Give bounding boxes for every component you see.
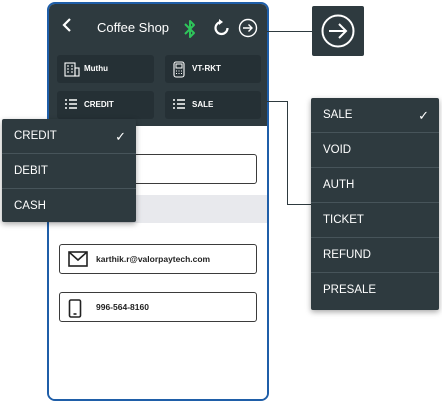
device-selector[interactable]: VT-RKT bbox=[165, 55, 261, 83]
phone-value: 996-564-8160 bbox=[96, 302, 149, 312]
email-value: karthik.r@valorpaytech.com bbox=[96, 254, 211, 264]
menu-item-label: TICKET bbox=[323, 214, 364, 226]
chevron-left-icon[interactable] bbox=[59, 18, 75, 38]
menu-item-label: VOID bbox=[323, 144, 352, 156]
menu-item-label: DEBIT bbox=[14, 165, 48, 177]
menu-item-label: SALE bbox=[323, 109, 353, 121]
menu-connector bbox=[287, 204, 312, 205]
transaction-type-selector[interactable]: SALE bbox=[165, 91, 261, 119]
device-label: VT-RKT bbox=[192, 64, 221, 73]
transaction-type-label: SALE bbox=[192, 100, 214, 109]
menu-item-label: CASH bbox=[14, 200, 46, 212]
menu-item-auth[interactable]: AUTH bbox=[311, 168, 439, 203]
list-icon bbox=[173, 99, 185, 109]
menu-item-ticket[interactable]: TICKET bbox=[311, 203, 439, 238]
page-title: Coffee Shop bbox=[97, 20, 170, 35]
bluetooth-icon[interactable] bbox=[183, 18, 197, 40]
menu-item-debit[interactable]: DEBIT bbox=[2, 154, 136, 189]
menu-item-sale[interactable]: SALE ✓ bbox=[311, 98, 439, 133]
phone-icon bbox=[68, 299, 82, 318]
checkmark-icon: ✓ bbox=[115, 129, 126, 144]
phone-field[interactable]: 996-564-8160 bbox=[59, 292, 257, 322]
menu-item-label: REFUND bbox=[323, 249, 371, 261]
menu-connector bbox=[263, 101, 287, 102]
refresh-icon[interactable] bbox=[212, 18, 232, 38]
logout-icon bbox=[321, 14, 355, 48]
checkmark-icon: ✓ bbox=[418, 108, 429, 123]
list-icon bbox=[65, 99, 77, 109]
menu-item-cash[interactable]: CASH bbox=[2, 189, 136, 222]
menu-item-void[interactable]: VOID bbox=[311, 133, 439, 168]
menu-item-label: AUTH bbox=[323, 179, 355, 191]
app-header: Coffee Shop Muthu VT-RKT CREDIT SALE bbox=[49, 4, 267, 126]
envelope-icon bbox=[68, 251, 88, 267]
store-icon bbox=[64, 62, 80, 77]
title-bar: Coffee Shop bbox=[49, 4, 267, 52]
transaction-type-menu: SALE ✓ VOID AUTH TICKET REFUND PRESALE bbox=[311, 98, 439, 310]
payment-type-menu: CREDIT ✓ DEBIT CASH bbox=[2, 119, 136, 222]
payment-type-label: CREDIT bbox=[84, 100, 114, 109]
menu-item-label: PRESALE bbox=[323, 284, 377, 296]
menu-item-presale[interactable]: PRESALE bbox=[311, 273, 439, 308]
store-label: Muthu bbox=[84, 64, 108, 73]
payment-type-selector[interactable]: CREDIT bbox=[57, 91, 154, 119]
callout-connector bbox=[262, 31, 312, 32]
email-field[interactable]: karthik.r@valorpaytech.com bbox=[59, 244, 257, 274]
logout-callout bbox=[312, 6, 364, 56]
logout-icon[interactable] bbox=[238, 18, 258, 38]
store-selector[interactable]: Muthu bbox=[57, 55, 154, 83]
menu-item-credit[interactable]: CREDIT ✓ bbox=[2, 119, 136, 154]
menu-item-refund[interactable]: REFUND bbox=[311, 238, 439, 273]
menu-connector bbox=[287, 101, 288, 205]
terminal-icon bbox=[173, 61, 185, 78]
menu-item-label: CREDIT bbox=[14, 130, 57, 142]
